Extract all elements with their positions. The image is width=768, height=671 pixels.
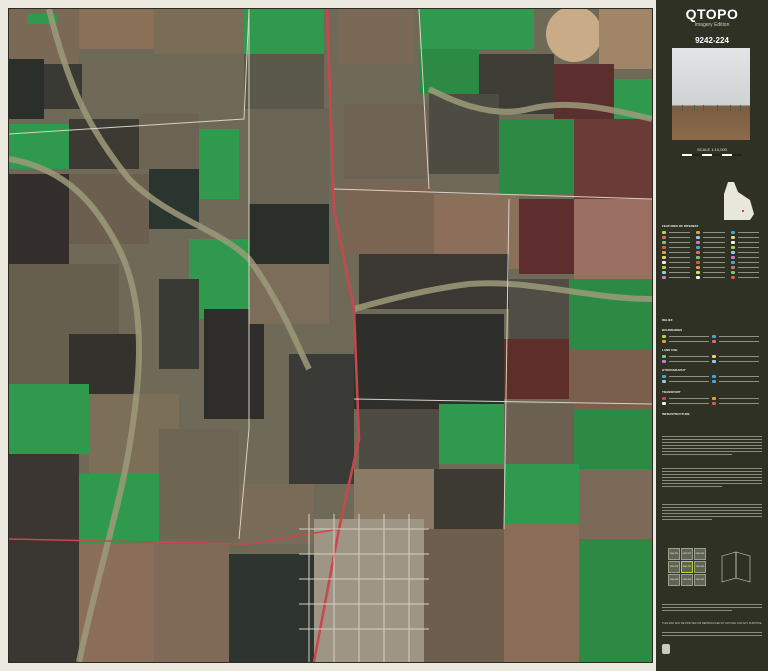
sheet-cell[interactable]: 9242-232 bbox=[694, 561, 706, 573]
hydrography-legend bbox=[662, 374, 762, 384]
features-legend bbox=[662, 230, 762, 280]
tree-icon bbox=[730, 105, 731, 111]
section-transport: TRANSPORT bbox=[662, 390, 681, 394]
land-use-legend bbox=[662, 354, 762, 364]
sheet-cell[interactable]: 9242-223 bbox=[694, 548, 706, 560]
transport-legend bbox=[662, 396, 762, 406]
tree-icon bbox=[703, 105, 704, 111]
adjoining-sheets-grid: 9242-221 9242-222 9242-223 9242-224 9242… bbox=[668, 548, 706, 586]
section-features: FEATURES OF INTEREST bbox=[662, 224, 699, 228]
legend-panel: QTOPO Imagery Edition 9242-224 SCALE 1:1… bbox=[656, 0, 768, 671]
imagery-map[interactable] bbox=[8, 8, 653, 663]
map-title: QTOPO bbox=[685, 6, 739, 22]
tree-icon bbox=[740, 105, 741, 111]
notes-text-block bbox=[662, 468, 762, 489]
government-crest-icon bbox=[662, 644, 670, 654]
current-sheet-cell[interactable]: 9242-231 bbox=[681, 561, 693, 573]
fold-diagram bbox=[721, 551, 751, 583]
tree-icon bbox=[694, 105, 695, 111]
tree-icon bbox=[717, 105, 718, 111]
scale-label: SCALE 1:10,000 bbox=[697, 147, 727, 152]
section-relief: RELIEF bbox=[662, 318, 673, 322]
sheet-cell[interactable]: 9242-224 bbox=[668, 561, 680, 573]
sheet-cell[interactable]: 9242-233 bbox=[668, 574, 680, 586]
notes-text-block bbox=[662, 632, 762, 638]
section-land-use: LAND USE bbox=[662, 348, 678, 352]
sheet-number: 9242-224 bbox=[695, 36, 729, 45]
sheet-cell[interactable]: 9242-222 bbox=[681, 548, 693, 560]
imagery-map-canvas bbox=[9, 9, 652, 662]
section-hydrography: HYDROGRAPHY bbox=[662, 368, 686, 372]
boundaries-legend bbox=[662, 334, 762, 344]
notes-text-block bbox=[662, 436, 762, 457]
reproduction-notice: THIS MAP MAY BE PRINTED OR REPRODUCED BY… bbox=[662, 622, 762, 625]
scale-bar bbox=[682, 154, 742, 156]
queensland-locator-map bbox=[724, 182, 754, 220]
sheet-cell[interactable]: 9242-234 bbox=[681, 574, 693, 586]
sheet-cell[interactable]: 9242-241 bbox=[694, 574, 706, 586]
notes-text-block bbox=[662, 504, 762, 522]
tree-icon bbox=[682, 105, 683, 111]
edition-label: Imagery Edition bbox=[694, 22, 730, 28]
landscape-photo bbox=[672, 48, 750, 140]
sheet-cell[interactable]: 9242-221 bbox=[668, 548, 680, 560]
notes-text-block bbox=[662, 604, 762, 613]
map-sheet: QTOPO Imagery Edition 9242-224 SCALE 1:1… bbox=[0, 0, 768, 671]
section-infrastructure: INFRASTRUCTURE bbox=[662, 412, 690, 416]
section-boundaries: BOUNDARIES bbox=[662, 328, 683, 332]
